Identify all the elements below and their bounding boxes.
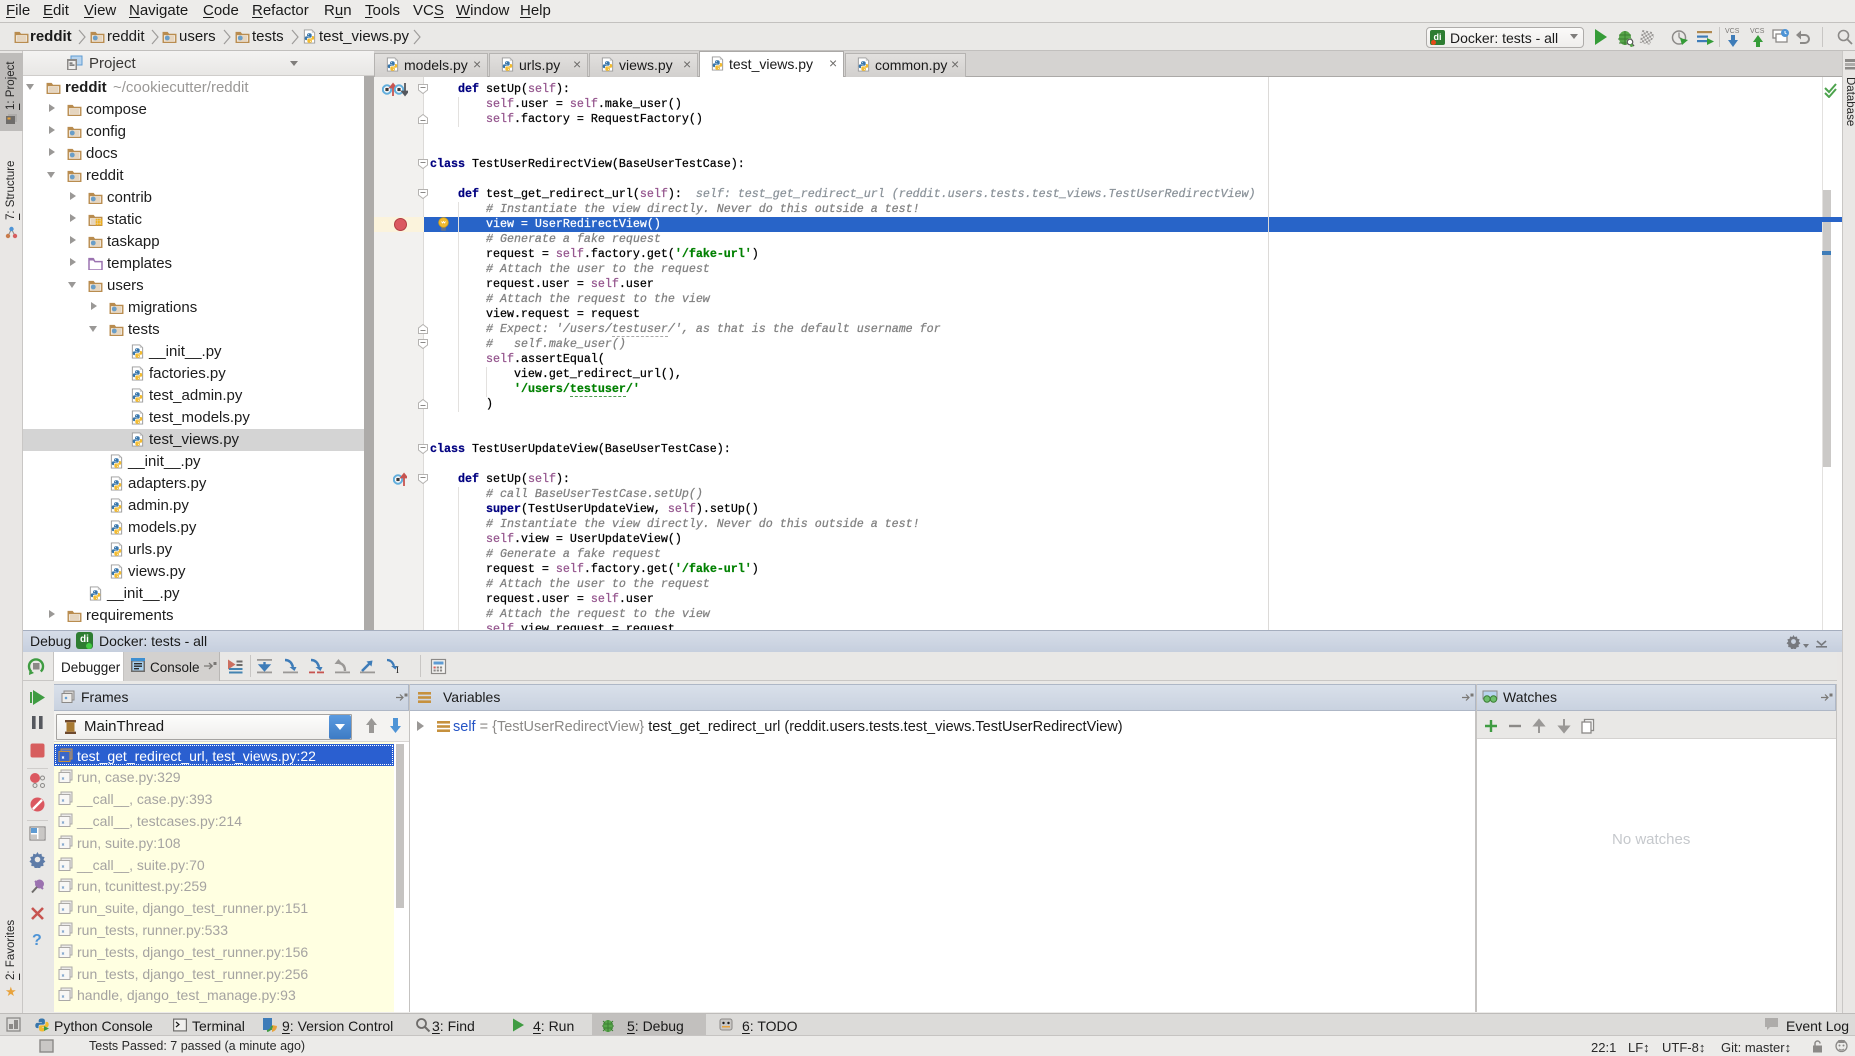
- svg-text:VCS: VCS: [1750, 28, 1765, 35]
- svg-text:?: ?: [32, 932, 42, 947]
- svg-text:I: I: [396, 665, 399, 675]
- svg-text:VCS: VCS: [1725, 28, 1740, 35]
